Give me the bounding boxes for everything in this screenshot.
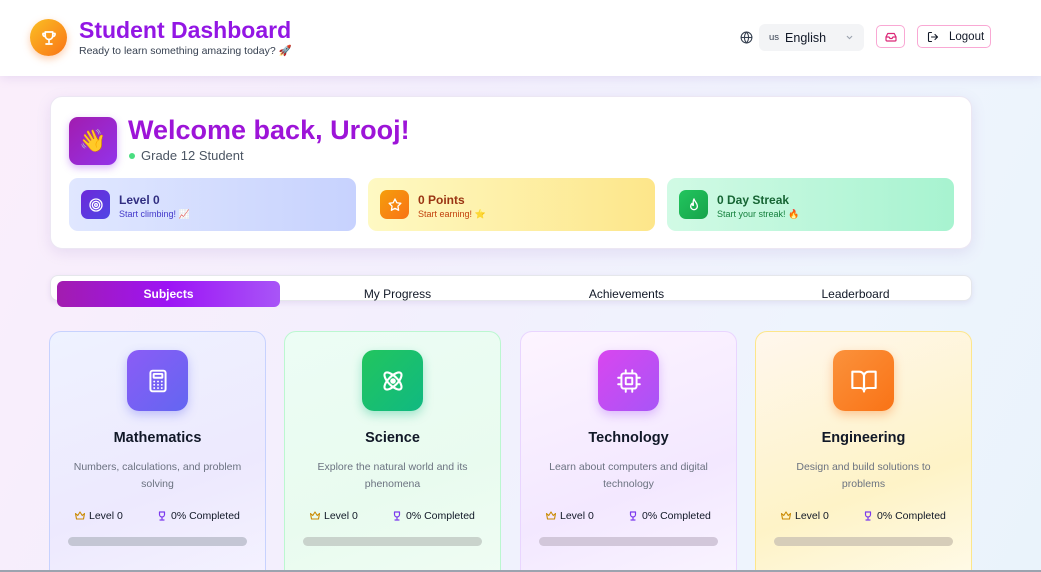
subject-completion: 0% Completed — [391, 510, 475, 522]
subject-title: Mathematics — [113, 430, 202, 446]
waving-hand-icon: 👋 — [69, 117, 117, 165]
tab-my-progress[interactable]: My Progress — [286, 281, 509, 307]
subject-card-technology[interactable]: Technology Learn about computers and dig… — [520, 331, 737, 572]
calculator-icon — [127, 350, 188, 411]
inbox-icon — [884, 32, 897, 42]
stat-streak: 0 Day Streak Start your streak! 🔥 — [667, 178, 954, 231]
subject-description: Numbers, calculations, and problem solvi… — [73, 461, 242, 490]
logout-icon — [927, 31, 939, 42]
language-label: English — [785, 30, 827, 45]
subject-card-engineering[interactable]: Engineering Design and build solutions t… — [755, 331, 972, 572]
tab-achievements[interactable]: Achievements — [515, 281, 738, 307]
subject-level-label: Level 0 — [324, 510, 358, 522]
stat-points-title: 0 Points — [418, 193, 465, 207]
subject-completion: 0% Completed — [862, 510, 946, 522]
subject-completion-label: 0% Completed — [171, 510, 240, 522]
subject-completion-label: 0% Completed — [406, 510, 475, 522]
trophy-icon — [30, 19, 67, 56]
trophy-icon — [158, 511, 166, 521]
top-header: Student Dashboard Ready to learn somethi… — [0, 0, 1041, 76]
star-icon — [380, 190, 409, 219]
cpu-icon — [598, 350, 659, 411]
subject-level: Level 0 — [545, 510, 594, 522]
subject-level: Level 0 — [74, 510, 123, 522]
inbox-button[interactable] — [876, 25, 905, 48]
subject-card-mathematics[interactable]: Mathematics Numbers, calculations, and p… — [49, 331, 266, 572]
stat-level-title: Level 0 — [119, 193, 160, 207]
status-dot — [129, 153, 135, 159]
app-title: Student Dashboard — [79, 17, 292, 43]
welcome-title: Welcome back, Urooj! — [128, 115, 410, 145]
flag-label: us — [769, 32, 780, 43]
grade-label: Grade 12 Student — [141, 148, 244, 163]
progress-bar — [539, 537, 718, 546]
trophy-icon — [629, 511, 637, 521]
welcome-card: 👋 Welcome back, Urooj! Grade 12 Student … — [50, 96, 972, 249]
target-icon — [81, 190, 110, 219]
subject-completion-label: 0% Completed — [642, 510, 711, 522]
subject-description: Learn about computers and digital techno… — [549, 461, 708, 490]
progress-bar — [774, 537, 953, 546]
subject-level-label: Level 0 — [89, 510, 123, 522]
language-select[interactable]: us English — [759, 24, 864, 51]
logout-label: Logout — [949, 30, 985, 43]
chevron-down-icon — [846, 35, 853, 40]
subject-level-label: Level 0 — [560, 510, 594, 522]
subject-description: Explore the natural world and its phenom… — [317, 461, 468, 490]
tab-leaderboard[interactable]: Leaderboard — [744, 281, 967, 307]
stat-level-sub: Start climbing! 📈 — [119, 209, 190, 219]
stat-points: 0 Points Start earning! ⭐ — [368, 178, 655, 231]
app-subtitle: Ready to learn something amazing today? … — [79, 45, 292, 57]
stat-points-sub: Start earning! ⭐ — [418, 209, 486, 219]
subject-level: Level 0 — [780, 510, 829, 522]
crown-icon — [780, 511, 792, 520]
subject-completion: 0% Completed — [156, 510, 240, 522]
progress-bar — [68, 537, 247, 546]
stat-streak-title: 0 Day Streak — [717, 193, 790, 207]
subject-title: Engineering — [821, 430, 906, 446]
trophy-icon — [864, 511, 872, 521]
book-open-icon — [833, 350, 894, 411]
subject-level-label: Level 0 — [795, 510, 829, 522]
subject-description: Design and build solutions to problems — [796, 461, 931, 490]
logout-button[interactable]: Logout — [917, 25, 991, 48]
flame-icon — [679, 190, 708, 219]
tab-bar: Subjects My Progress Achievements Leader… — [50, 275, 972, 307]
subject-title: Science — [365, 430, 420, 446]
tab-subjects[interactable]: Subjects — [57, 281, 280, 307]
subject-title: Technology — [588, 430, 669, 446]
atom-icon — [362, 350, 423, 411]
subject-completion: 0% Completed — [627, 510, 711, 522]
crown-icon — [545, 511, 557, 520]
crown-icon — [309, 511, 321, 520]
subject-level: Level 0 — [309, 510, 358, 522]
trophy-icon — [393, 511, 401, 521]
globe-icon — [740, 31, 753, 44]
stat-streak-sub: Start your streak! 🔥 — [717, 209, 800, 219]
subject-completion-label: 0% Completed — [877, 510, 946, 522]
stat-level: Level 0 Start climbing! 📈 — [69, 178, 356, 231]
crown-icon — [74, 511, 86, 520]
progress-bar — [303, 537, 482, 546]
subject-card-science[interactable]: Science Explore the natural world and it… — [284, 331, 501, 572]
